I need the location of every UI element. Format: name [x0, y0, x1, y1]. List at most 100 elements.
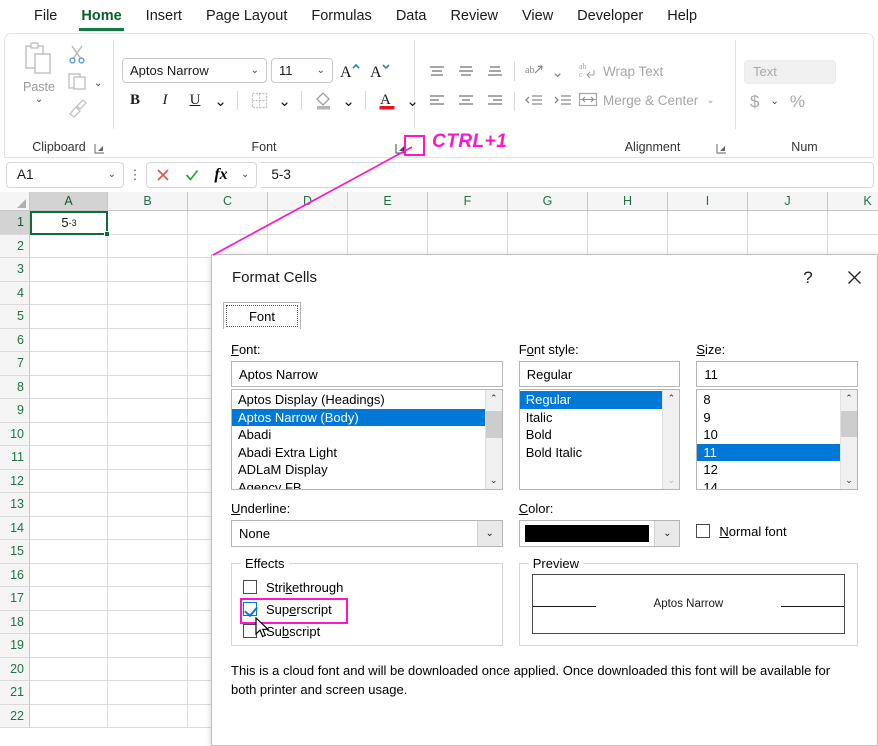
- align-right-icon[interactable]: [481, 90, 509, 112]
- list-item[interactable]: 11: [697, 444, 840, 462]
- chevron-down-icon[interactable]: ⌄: [91, 78, 105, 89]
- chevron-down-icon[interactable]: ⌄: [549, 59, 566, 84]
- currency-button[interactable]: $: [750, 92, 759, 112]
- row-header-17[interactable]: 17: [0, 587, 30, 611]
- column-header-F[interactable]: F: [428, 192, 508, 211]
- ribbon-tab-view[interactable]: View: [510, 4, 565, 30]
- grid-cell[interactable]: [30, 305, 108, 329]
- grid-cell[interactable]: [188, 211, 268, 235]
- grid-cell[interactable]: [30, 517, 108, 541]
- grid-cell[interactable]: [108, 446, 188, 470]
- align-middle-icon[interactable]: [452, 61, 480, 83]
- formula-input[interactable]: 5-3: [261, 162, 874, 188]
- list-item[interactable]: Agency FB: [232, 479, 485, 490]
- grid-cell[interactable]: [108, 399, 188, 423]
- underline-combo[interactable]: None ⌄: [231, 520, 503, 547]
- size-input[interactable]: 11: [696, 361, 858, 387]
- ribbon-tab-formulas[interactable]: Formulas: [299, 4, 383, 30]
- column-header-G[interactable]: G: [508, 192, 588, 211]
- italic-button[interactable]: I: [152, 88, 178, 113]
- chevron-down-icon[interactable]: ⌄: [105, 169, 119, 180]
- scroll-up-icon[interactable]: ⌃: [486, 390, 502, 407]
- list-item[interactable]: 12: [697, 461, 840, 479]
- row-header-21[interactable]: 21: [0, 681, 30, 705]
- align-left-icon[interactable]: [423, 90, 451, 112]
- scroll-track[interactable]: [841, 407, 857, 472]
- column-header-H[interactable]: H: [588, 192, 668, 211]
- row-header-7[interactable]: 7: [0, 352, 30, 376]
- row-header-14[interactable]: 14: [0, 517, 30, 541]
- list-item[interactable]: Abadi: [232, 426, 485, 444]
- scroll-down-icon[interactable]: ⌄: [486, 472, 502, 489]
- wrap-text-button[interactable]: abc Wrap Text: [578, 61, 663, 82]
- decrease-indent-icon[interactable]: [520, 90, 548, 112]
- row-header-9[interactable]: 9: [0, 399, 30, 423]
- row-header-1[interactable]: 1: [0, 211, 30, 235]
- row-header-15[interactable]: 15: [0, 540, 30, 564]
- scroll-down-icon[interactable]: ⌄: [663, 472, 679, 489]
- grid-cell[interactable]: [30, 564, 108, 588]
- chevron-down-icon[interactable]: ⌄: [340, 88, 357, 113]
- row-header-5[interactable]: 5: [0, 305, 30, 329]
- cell-a1[interactable]: 5-3: [30, 211, 108, 235]
- scroll-up-icon[interactable]: ⌃: [663, 390, 679, 407]
- ribbon-tab-developer[interactable]: Developer: [565, 4, 655, 30]
- grid-cell[interactable]: [108, 540, 188, 564]
- list-item[interactable]: ADLaM Display: [232, 461, 485, 479]
- font-list-scrollbar[interactable]: ⌃ ⌄: [485, 390, 502, 489]
- font-input[interactable]: Aptos Narrow: [231, 361, 503, 387]
- chevron-down-icon[interactable]: ⌄: [32, 94, 46, 105]
- scroll-up-icon[interactable]: ⌃: [841, 390, 857, 407]
- name-box[interactable]: A1 ⌄: [6, 162, 124, 188]
- ribbon-tab-home[interactable]: Home: [69, 4, 133, 30]
- chevron-down-icon[interactable]: ⌄: [477, 521, 502, 546]
- grid-cell[interactable]: [108, 258, 188, 282]
- ribbon-tab-review[interactable]: Review: [438, 4, 510, 30]
- grid-cell[interactable]: [108, 517, 188, 541]
- row-header-10[interactable]: 10: [0, 423, 30, 447]
- alignment-dialog-launcher[interactable]: [713, 140, 729, 156]
- ribbon-tab-file[interactable]: File: [22, 4, 69, 30]
- grid-cell[interactable]: [108, 493, 188, 517]
- grid-cell[interactable]: [30, 423, 108, 447]
- list-item[interactable]: 9: [697, 409, 840, 427]
- grid-cell[interactable]: [108, 634, 188, 658]
- grid-cell[interactable]: [268, 211, 348, 235]
- grid-cell[interactable]: [108, 235, 188, 259]
- confirm-icon[interactable]: [180, 164, 204, 186]
- grid-cell[interactable]: [30, 658, 108, 682]
- list-item[interactable]: 10: [697, 426, 840, 444]
- align-top-icon[interactable]: [423, 61, 451, 83]
- close-icon[interactable]: [831, 255, 877, 300]
- grid-cell[interactable]: [108, 658, 188, 682]
- ribbon-tab-insert[interactable]: Insert: [134, 4, 194, 30]
- checkbox-icon[interactable]: [243, 580, 257, 594]
- ribbon-tab-help[interactable]: Help: [655, 4, 709, 30]
- row-header-8[interactable]: 8: [0, 376, 30, 400]
- percent-button[interactable]: %: [790, 92, 805, 112]
- font-listbox[interactable]: Aptos Display (Headings)Aptos Narrow (Bo…: [231, 389, 503, 490]
- row-header-18[interactable]: 18: [0, 611, 30, 635]
- grid-cell[interactable]: [108, 423, 188, 447]
- grid-cell[interactable]: [30, 611, 108, 635]
- grid-cell[interactable]: [30, 376, 108, 400]
- align-bottom-icon[interactable]: [481, 61, 509, 83]
- decrease-font-size-icon[interactable]: A: [367, 58, 393, 83]
- column-header-D[interactable]: D: [268, 192, 348, 211]
- font-name-combo[interactable]: Aptos Narrow ⌄: [122, 58, 267, 83]
- scroll-track[interactable]: [663, 407, 679, 472]
- row-header-2[interactable]: 2: [0, 235, 30, 259]
- grid-cell[interactable]: [30, 399, 108, 423]
- grid-cell[interactable]: [30, 705, 108, 729]
- grid-cell[interactable]: [108, 611, 188, 635]
- cut-button[interactable]: [67, 44, 105, 69]
- list-item[interactable]: 8: [697, 391, 840, 409]
- grid-cell[interactable]: [30, 470, 108, 494]
- grid-cell[interactable]: [30, 587, 108, 611]
- grid-cell[interactable]: [348, 211, 428, 235]
- grid-cell[interactable]: [30, 282, 108, 306]
- list-item[interactable]: Abadi Extra Light: [232, 444, 485, 462]
- scroll-down-icon[interactable]: ⌄: [841, 472, 857, 489]
- row-header-4[interactable]: 4: [0, 282, 30, 306]
- grid-cell[interactable]: [668, 211, 748, 235]
